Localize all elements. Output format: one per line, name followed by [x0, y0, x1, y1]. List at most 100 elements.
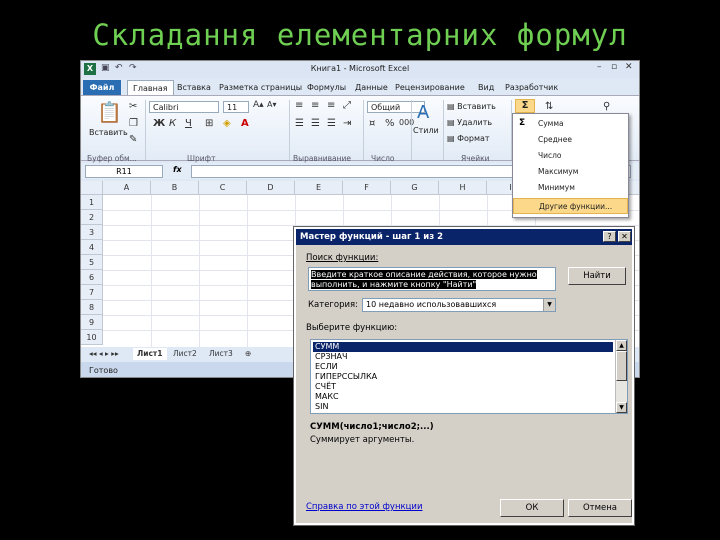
sort-filter-icon[interactable]: ⇅	[545, 101, 553, 112]
list-item[interactable]: SIN	[313, 402, 328, 412]
row-header[interactable]: 9	[81, 315, 103, 330]
list-item[interactable]: СЧЁТ	[313, 382, 336, 392]
function-help-link[interactable]: Справка по этой функции	[306, 502, 422, 512]
insert-cells-button[interactable]: ▤ Вставить	[447, 102, 496, 111]
column-header[interactable]: A	[103, 181, 151, 195]
align-center-icon[interactable]: ☰	[311, 118, 320, 129]
sheet-nav-icon[interactable]: ◂◂ ◂ ▸ ▸▸	[85, 348, 123, 360]
underline-button[interactable]: Ч	[185, 118, 192, 129]
cancel-button[interactable]: Отмена	[568, 499, 632, 517]
column-header[interactable]: B	[151, 181, 199, 195]
styles-icon[interactable]: A	[417, 102, 429, 123]
help-button[interactable]: ?	[603, 231, 616, 242]
font-size-select[interactable]: 11	[223, 101, 249, 113]
select-all-corner[interactable]	[81, 181, 103, 195]
currency-icon[interactable]: ¤	[369, 118, 375, 129]
shrink-font-icon[interactable]: A▾	[267, 100, 277, 109]
sheet-tab-3[interactable]: Лист3	[205, 348, 237, 360]
menu-item-more-functions[interactable]: Другие функции...	[513, 198, 628, 214]
scroll-down-icon[interactable]: ▼	[616, 402, 627, 413]
name-box[interactable]: R11	[85, 165, 163, 178]
row-header[interactable]: 4	[81, 240, 103, 255]
italic-button[interactable]: К	[169, 118, 176, 129]
align-bottom-icon[interactable]: ≡	[327, 100, 335, 111]
tab-review[interactable]: Рецензирование	[395, 80, 465, 95]
cut-icon[interactable]: ✂	[129, 101, 137, 112]
list-item[interactable]: МАКС	[313, 392, 339, 402]
row-header[interactable]: 1	[81, 195, 103, 210]
column-header[interactable]: G	[391, 181, 439, 195]
find-button[interactable]: Найти	[568, 267, 626, 285]
column-header[interactable]: D	[247, 181, 295, 195]
column-header[interactable]: F	[343, 181, 391, 195]
tab-developer[interactable]: Разработчик	[505, 80, 558, 95]
format-painter-icon[interactable]: ✎	[129, 134, 137, 145]
tab-view[interactable]: Вид	[478, 80, 494, 95]
delete-cells-button[interactable]: ▤ Удалить	[447, 118, 492, 127]
sheet-tab-2[interactable]: Лист2	[169, 348, 201, 360]
menu-item-count[interactable]: Число	[513, 148, 628, 164]
orientation-icon[interactable]: ⤢	[343, 100, 351, 111]
align-left-icon[interactable]: ☰	[295, 118, 304, 129]
category-select[interactable]: 10 недавно использовавшихся ▼	[362, 298, 556, 312]
column-header[interactable]: H	[439, 181, 487, 195]
tab-file[interactable]: Файл	[83, 80, 121, 95]
list-item[interactable]: СУММ	[313, 342, 613, 352]
menu-item-min[interactable]: Минимум	[513, 180, 628, 196]
fill-color-icon[interactable]: ◈	[223, 118, 231, 129]
menu-item-sum[interactable]: Сумма	[513, 116, 628, 132]
close-window-icon[interactable]: ✕	[625, 62, 633, 72]
row-header[interactable]: 2	[81, 210, 103, 225]
row-header[interactable]: 5	[81, 255, 103, 270]
font-name-select[interactable]: Calibri	[149, 101, 219, 113]
scroll-up-icon[interactable]: ▲	[616, 340, 627, 351]
find-select-icon[interactable]: ⚲	[603, 101, 610, 112]
format-cells-button[interactable]: ▤ Формат	[447, 134, 490, 143]
copy-icon[interactable]: ❐	[129, 118, 138, 129]
tab-home[interactable]: Главная	[127, 80, 174, 95]
function-signature: СУММ(число1;число2;...)	[310, 422, 434, 432]
close-dialog-button[interactable]: ✕	[618, 231, 631, 242]
autosum-icon[interactable]: Σ	[515, 99, 535, 113]
list-scrollbar[interactable]: ▲ ▼	[615, 340, 627, 413]
search-function-input[interactable]: Введите краткое описание действия, котор…	[308, 267, 556, 291]
tab-page-layout[interactable]: Разметка страницы	[219, 80, 302, 95]
font-color-icon[interactable]: A	[241, 118, 249, 129]
insert-function-icon[interactable]: fx	[173, 165, 182, 174]
minimize-icon[interactable]: –	[597, 62, 602, 72]
row-header[interactable]: 10	[81, 330, 103, 345]
tab-formulas[interactable]: Формулы	[307, 80, 346, 95]
styles-button[interactable]: Стили	[413, 126, 439, 135]
row-header[interactable]: 6	[81, 270, 103, 285]
list-item[interactable]: ЕСЛИ	[313, 362, 338, 372]
tab-data[interactable]: Данные	[355, 80, 388, 95]
grow-font-icon[interactable]: A▴	[253, 100, 264, 110]
column-header[interactable]: E	[295, 181, 343, 195]
chevron-down-icon[interactable]: ▼	[543, 299, 555, 311]
align-top-icon[interactable]: ≡	[295, 100, 303, 111]
borders-icon[interactable]: ⊞	[205, 118, 213, 129]
paste-icon[interactable]: 📋	[97, 100, 122, 124]
function-list[interactable]: СУММ СРЗНАЧ ЕСЛИ ГИПЕРССЫЛКА СЧЁТ МАКС S…	[310, 339, 628, 414]
align-right-icon[interactable]: ☰	[327, 118, 336, 129]
scroll-thumb[interactable]	[616, 351, 627, 381]
align-middle-icon[interactable]: ≡	[311, 100, 319, 111]
new-sheet-icon[interactable]: ⊕	[241, 348, 255, 360]
list-item[interactable]: ГИПЕРССЫЛКА	[313, 372, 377, 382]
wrap-text-icon[interactable]: ⇥	[343, 118, 351, 129]
paste-button[interactable]: Вставить	[89, 128, 128, 137]
ok-button[interactable]: ОК	[500, 499, 564, 517]
sheet-tab-1[interactable]: Лист1	[133, 348, 167, 360]
list-item[interactable]: СРЗНАЧ	[313, 352, 348, 362]
percent-icon[interactable]: %	[385, 118, 395, 129]
row-header[interactable]: 7	[81, 285, 103, 300]
row-header[interactable]: 3	[81, 225, 103, 240]
row-header[interactable]: 8	[81, 300, 103, 315]
menu-item-max[interactable]: Максимум	[513, 164, 628, 180]
group-font-label: Шрифт	[187, 154, 216, 163]
column-header[interactable]: C	[199, 181, 247, 195]
tab-insert[interactable]: Вставка	[177, 80, 211, 95]
bold-button[interactable]: Ж	[153, 118, 165, 129]
menu-item-average[interactable]: Среднее	[513, 132, 628, 148]
maximize-icon[interactable]: ▫	[611, 62, 617, 72]
